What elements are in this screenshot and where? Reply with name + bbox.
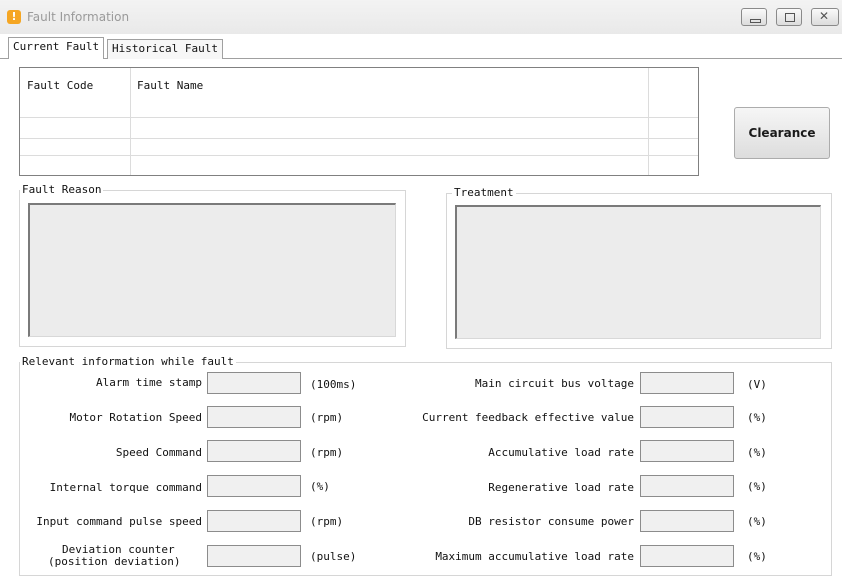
treatment-textbox[interactable] xyxy=(455,205,821,339)
clearance-button[interactable]: Clearance xyxy=(734,107,830,159)
close-icon: ✕ xyxy=(819,9,830,23)
current-feedback-effective-value-field[interactable] xyxy=(640,406,734,428)
main-circuit-bus-voltage-unit: (V) xyxy=(747,378,767,391)
minimize-button[interactable] xyxy=(741,8,767,26)
regenerative-load-rate-label: Regenerative load rate xyxy=(488,481,634,494)
maximum-accumulative-load-rate-unit: (%) xyxy=(747,550,767,563)
alarm-time-stamp-unit: (100ms) xyxy=(310,378,357,391)
deviation-counter-unit: (pulse) xyxy=(310,550,357,563)
internal-torque-command-label: Internal torque command xyxy=(49,481,202,494)
close-button[interactable]: ✕ xyxy=(811,8,839,26)
main-circuit-bus-voltage-label: Main circuit bus voltage xyxy=(475,377,634,390)
speed-command-unit: (rpm) xyxy=(310,446,344,459)
regenerative-load-rate-unit: (%) xyxy=(747,480,767,493)
accumulative-load-rate-label: Accumulative load rate xyxy=(488,446,634,459)
deviation-counter-sublabel: (position deviation) xyxy=(48,555,181,568)
speed-command-label: Speed Command xyxy=(115,446,202,459)
warning-icon: ! xyxy=(7,10,21,24)
accumulative-load-rate-unit: (%) xyxy=(747,446,767,459)
speed-command-field[interactable] xyxy=(207,440,301,462)
input-command-pulse-speed-field[interactable] xyxy=(207,510,301,532)
maximum-accumulative-load-rate-field[interactable] xyxy=(640,545,734,567)
column-header-fault-code[interactable]: Fault Code xyxy=(27,79,93,92)
column-divider xyxy=(648,68,649,175)
row-divider xyxy=(20,155,698,156)
minimize-icon xyxy=(750,19,761,23)
fault-reason-label: Fault Reason xyxy=(20,183,104,196)
row-divider xyxy=(20,117,698,118)
current-feedback-effective-value-unit: (%) xyxy=(747,411,767,424)
tab-historical-fault[interactable]: Historical Fault xyxy=(107,39,223,59)
title-bar: ! Fault Information ✕ xyxy=(0,0,842,34)
input-command-pulse-speed-unit: (rpm) xyxy=(310,515,344,528)
current-feedback-effective-value-label: Current feedback effective value xyxy=(422,411,634,424)
tab-current-fault[interactable]: Current Fault xyxy=(8,37,105,59)
internal-torque-command-unit: (%) xyxy=(310,480,330,493)
window-title: Fault Information xyxy=(27,10,130,24)
maximize-icon xyxy=(785,13,795,22)
maximum-accumulative-load-rate-label: Maximum accumulative load rate xyxy=(435,550,634,563)
alarm-time-stamp-label: Alarm time stamp xyxy=(96,376,202,389)
relevant-info-label: Relevant information while fault xyxy=(20,355,236,368)
motor-rotation-speed-label: Motor Rotation Speed xyxy=(69,411,202,424)
alarm-time-stamp-field[interactable] xyxy=(207,372,301,394)
row-divider xyxy=(20,138,698,139)
db-resistor-consume-power-field[interactable] xyxy=(640,510,734,532)
motor-rotation-speed-unit: (rpm) xyxy=(310,411,344,424)
accumulative-load-rate-field[interactable] xyxy=(640,440,734,462)
internal-torque-command-field[interactable] xyxy=(207,475,301,497)
column-divider xyxy=(130,68,131,175)
deviation-counter-field[interactable] xyxy=(207,545,301,567)
db-resistor-consume-power-unit: (%) xyxy=(747,515,767,528)
maximize-button[interactable] xyxy=(776,8,802,26)
column-header-fault-name[interactable]: Fault Name xyxy=(137,79,203,92)
main-circuit-bus-voltage-field[interactable] xyxy=(640,372,734,394)
db-resistor-consume-power-label: DB resistor consume power xyxy=(468,515,634,528)
treatment-label: Treatment xyxy=(452,186,516,199)
fault-table[interactable]: Fault Code Fault Name xyxy=(19,67,699,176)
input-command-pulse-speed-label: Input command pulse speed xyxy=(36,515,202,528)
regenerative-load-rate-field[interactable] xyxy=(640,475,734,497)
motor-rotation-speed-field[interactable] xyxy=(207,406,301,428)
fault-reason-textbox[interactable] xyxy=(28,203,396,337)
